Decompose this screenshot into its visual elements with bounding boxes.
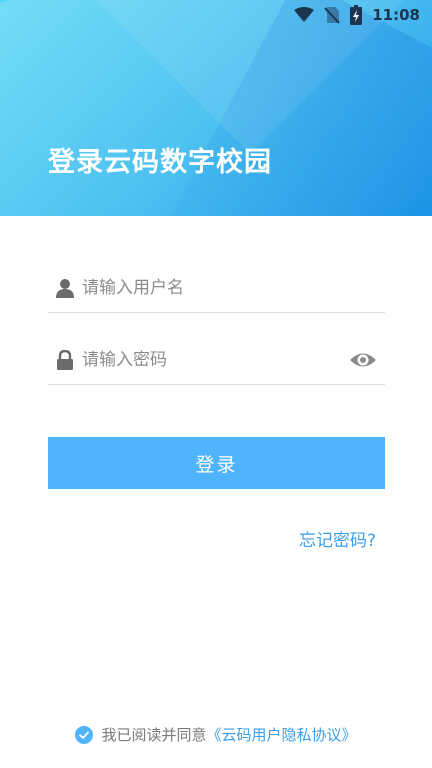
privacy-policy-link[interactable]: 《云码用户隐私协议》 <box>207 724 357 745</box>
page-title: 登录云码数字校园 <box>48 147 272 178</box>
forgot-password-link[interactable]: 忘记密码? <box>299 526 376 551</box>
header-banner: 11:08 登录云码数字校园 <box>0 0 432 216</box>
password-input[interactable] <box>82 344 342 376</box>
no-sim-icon <box>324 6 340 24</box>
agreement-row: 我已阅读并同意 《云码用户隐私协议》 <box>0 724 432 745</box>
wifi-icon <box>294 7 315 23</box>
status-time: 11:08 <box>372 6 420 24</box>
check-circle-icon[interactable] <box>75 725 94 744</box>
eye-icon[interactable] <box>349 349 377 371</box>
lock-icon <box>56 349 74 370</box>
user-icon <box>56 278 74 298</box>
username-field <box>48 264 385 313</box>
password-field <box>48 336 385 385</box>
battery-icon <box>350 5 363 25</box>
username-input[interactable] <box>82 272 342 304</box>
login-button[interactable]: 登录 <box>48 437 385 489</box>
agreement-text: 我已阅读并同意 <box>101 726 207 744</box>
status-bar: 11:08 <box>294 0 432 30</box>
